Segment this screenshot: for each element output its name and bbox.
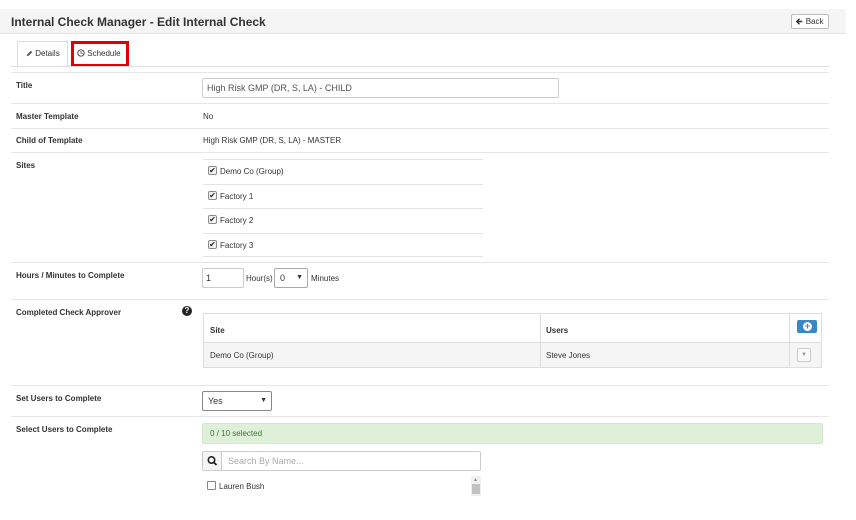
site-item-factory-3[interactable]: ✔ Factory 3	[203, 232, 483, 257]
site-label: Factory 3	[220, 240, 254, 250]
child-of-template-label: Child of Template	[16, 136, 83, 145]
help-icon[interactable]: ?	[182, 306, 192, 316]
tab-divider	[11, 66, 829, 67]
search-input[interactable]: Search By Name...	[228, 452, 304, 470]
pencil-icon	[26, 49, 35, 58]
row-divider	[11, 416, 829, 417]
row-divider	[11, 103, 829, 104]
tab-details-label: Details	[35, 49, 60, 58]
row-menu-dropdown[interactable]: ▼	[797, 348, 811, 362]
sites-list: ✔ Demo Co (Group) ✔ Factory 1 ✔ Factory 2 ✔…	[203, 159, 483, 257]
set-users-select-value: Yes	[208, 396, 223, 406]
page: Internal Check Manager - Edit Internal C…	[0, 0, 856, 520]
table-cell-users: Steve Jones	[546, 351, 591, 360]
site-label: Factory 2	[220, 216, 254, 225]
column-divider	[540, 343, 541, 367]
checkbox-checked-icon[interactable]: ✔	[208, 215, 217, 225]
site-item-factory-2[interactable]: ✔ Factory 2	[203, 208, 483, 233]
site-label: Factory 1	[220, 191, 254, 201]
approver-label: Completed Check Approver	[16, 308, 122, 317]
title-input[interactable]: High Risk GMP (DR, S, LA) - CHILD	[202, 78, 559, 98]
row-divider	[11, 262, 829, 263]
clock-icon	[77, 49, 87, 58]
site-label: Demo Co (Group)	[220, 167, 284, 176]
list-item[interactable]: Lauren Bush	[207, 481, 265, 492]
column-header-users: Users	[546, 326, 569, 335]
hours-minutes-label: Hours / Minutes to Complete	[16, 271, 125, 280]
page-title: Internal Check Manager - Edit Internal C…	[11, 15, 266, 29]
site-item-factory-1[interactable]: ✔ Factory 1	[203, 183, 483, 209]
row-divider	[11, 385, 829, 386]
set-users-label: Set Users to Complete	[16, 394, 102, 403]
back-button-label: Back	[805, 17, 824, 26]
caret-down-icon: ▼	[801, 352, 807, 358]
page-header: Internal Check Manager - Edit Internal C…	[0, 9, 846, 34]
selected-count-bar: 0 / 10 selected	[202, 423, 823, 444]
caret-down-icon: ▼	[296, 274, 303, 281]
minutes-unit-label: Minutes	[311, 274, 340, 283]
search-button[interactable]	[203, 452, 222, 470]
checkbox-checked-icon[interactable]: ✔	[208, 239, 217, 249]
tab-schedule[interactable]: Schedule	[71, 41, 129, 67]
scrollbar-thumb[interactable]	[472, 484, 480, 494]
tab-schedule-label: Schedule	[87, 49, 121, 58]
master-template-label: Master Template	[16, 112, 79, 121]
user-search-field[interactable]: Search By Name...	[202, 451, 481, 471]
row-divider	[11, 152, 829, 153]
user-list-scrollbar[interactable]: ▲	[471, 476, 481, 496]
column-divider	[540, 314, 541, 342]
user-list: Lauren Bush ▲	[202, 476, 483, 496]
column-divider	[789, 343, 790, 367]
table-row: Demo Co (Group) Steve Jones ▼	[204, 343, 821, 367]
checkbox-checked-icon[interactable]: ✔	[208, 166, 217, 176]
hours-input[interactable]: 1	[202, 268, 244, 288]
search-icon	[203, 456, 222, 472]
table-header: Site Users +	[204, 314, 821, 343]
table-cell-site: Demo Co (Group)	[210, 351, 274, 360]
user-name: Lauren Bush	[219, 482, 265, 491]
set-users-select[interactable]: Yes ▼	[202, 391, 272, 411]
select-users-label: Select Users to Complete	[16, 425, 113, 434]
title-label: Title	[16, 81, 33, 90]
plus-circle-icon: +	[803, 321, 812, 331]
column-divider	[789, 314, 790, 342]
row-divider	[11, 128, 829, 129]
add-approver-button[interactable]: +	[797, 320, 817, 333]
column-header-site: Site	[210, 326, 225, 335]
site-item-demo-co[interactable]: ✔ Demo Co (Group)	[203, 159, 483, 184]
child-of-template-value: High Risk GMP (DR, S, LA) - MASTER	[203, 136, 342, 145]
checkbox-icon[interactable]	[207, 481, 216, 491]
scroll-up-icon[interactable]: ▲	[473, 477, 478, 483]
hours-unit-label: Hour(s)	[246, 274, 273, 283]
minutes-select-value: 0	[280, 273, 286, 283]
checkbox-checked-icon[interactable]: ✔	[208, 190, 217, 200]
arrow-left-icon	[796, 17, 805, 26]
master-template-value: No	[203, 112, 214, 121]
approver-table: Site Users + Demo Co (Group) Steve Jones…	[203, 313, 822, 368]
back-button[interactable]: Back	[791, 14, 829, 29]
minutes-select[interactable]: 0 ▼	[274, 268, 308, 288]
row-divider	[11, 72, 829, 73]
caret-down-icon: ▼	[260, 397, 267, 404]
tab-details[interactable]: Details	[17, 41, 68, 67]
row-divider	[11, 299, 829, 300]
sites-label: Sites	[16, 161, 36, 170]
